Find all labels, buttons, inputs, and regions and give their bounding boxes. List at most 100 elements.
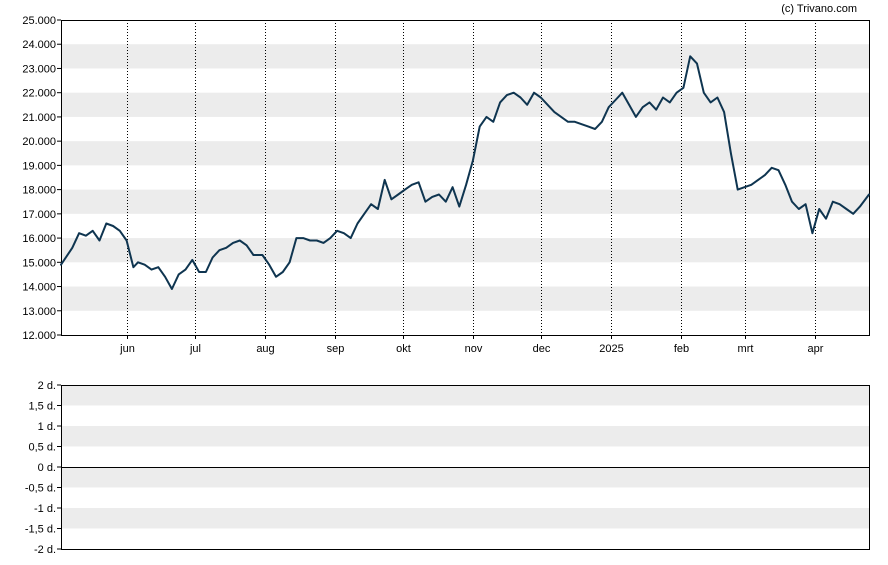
y-tick-label: 18.000 <box>22 185 56 197</box>
price-point <box>370 203 372 205</box>
price-band <box>61 44 869 69</box>
price-band <box>61 238 869 263</box>
price-point <box>212 256 214 259</box>
price-point <box>316 239 318 242</box>
price-point <box>98 239 101 242</box>
price-point <box>424 201 426 203</box>
price-point <box>676 92 678 94</box>
y-tick-label: 12.000 <box>22 330 56 342</box>
y-tick-label: 17.000 <box>22 209 56 221</box>
x-tick-label: dec <box>533 343 551 355</box>
x-tick-label: aug <box>256 343 274 355</box>
price-point <box>309 239 311 242</box>
price-point <box>710 101 712 103</box>
price-point <box>662 96 664 99</box>
price-point <box>445 201 447 203</box>
price-point <box>144 264 146 266</box>
y-tick-label: 0,5 d. <box>28 442 56 454</box>
price-point <box>642 106 644 108</box>
y-tick-label: 1 d. <box>38 421 56 433</box>
price-point <box>506 94 508 96</box>
x-tick-label: feb <box>674 343 689 355</box>
price-point <box>492 121 494 123</box>
y-tick-label: -1 d. <box>34 503 56 515</box>
price-point <box>614 99 617 101</box>
price-point <box>390 198 392 200</box>
price-point <box>608 106 610 108</box>
price-point <box>839 203 841 205</box>
price-point <box>648 101 651 103</box>
price-point <box>757 179 759 181</box>
price-point <box>716 96 719 99</box>
price-band <box>61 141 869 166</box>
price-point <box>191 259 193 261</box>
price-point <box>472 159 474 162</box>
y-tick-label: 25.000 <box>22 15 56 27</box>
price-point <box>682 87 685 89</box>
price-point <box>621 92 623 94</box>
price-point <box>540 96 542 99</box>
price-point <box>105 222 107 225</box>
price-band <box>61 286 869 311</box>
price-point <box>601 121 603 123</box>
price-point <box>587 126 590 128</box>
price-point <box>743 186 746 188</box>
price-point <box>336 230 338 232</box>
price-point <box>404 189 406 191</box>
y-tick-label: 23.000 <box>22 63 56 75</box>
price-point <box>777 169 780 171</box>
y-tick-label: 0 d. <box>38 462 56 474</box>
price-point <box>784 184 786 186</box>
y-tick-label: 20.000 <box>22 136 56 148</box>
price-point <box>150 269 153 271</box>
price-point <box>818 208 820 210</box>
price-point <box>92 230 94 232</box>
y-tick-label: 2 d. <box>38 380 56 392</box>
x-tick-label: nov <box>465 343 483 355</box>
stock-chart: (c) Trivano.com jun jul aug sep okt nov dec 202… <box>22 3 870 556</box>
price-point <box>112 225 114 227</box>
price-point <box>723 111 725 113</box>
days-band <box>61 426 869 447</box>
y-tick-label: -2 d. <box>34 544 56 556</box>
price-point <box>261 254 263 256</box>
price-point <box>71 247 73 249</box>
price-point <box>458 206 460 208</box>
days-band <box>61 467 869 488</box>
price-point <box>60 264 62 266</box>
price-point <box>845 208 848 210</box>
price-point <box>322 242 325 244</box>
y-tick-label: 16.000 <box>22 233 56 245</box>
x-tick-label: 2025 <box>599 343 623 355</box>
price-point <box>225 247 227 249</box>
price-point <box>302 237 304 239</box>
price-point <box>771 167 773 169</box>
y-tick-label: 13.000 <box>22 306 56 318</box>
price-point <box>499 101 501 103</box>
days-panel: 2 d. 1,5 d. 1 d. 0,5 d. 0 d. -0,5 d. -1 d. -1,5… <box>25 380 870 556</box>
price-point <box>178 273 180 275</box>
y-tick-label: -0,5 d. <box>25 483 56 495</box>
price-point <box>289 261 291 263</box>
price-band <box>61 92 869 117</box>
price-point <box>246 244 248 246</box>
price-point <box>689 55 691 57</box>
price-point <box>730 152 732 154</box>
price-point <box>232 242 234 244</box>
price-point <box>295 237 297 239</box>
price-point <box>218 249 220 251</box>
y-tick-label: 22.000 <box>22 88 56 100</box>
price-point <box>832 201 834 203</box>
price-point <box>363 213 365 215</box>
price-point <box>594 128 596 130</box>
price-point <box>126 239 128 242</box>
price-point <box>703 92 705 94</box>
price-point <box>171 288 173 290</box>
y-tick-label: 19.000 <box>22 160 56 172</box>
price-point <box>85 235 87 237</box>
x-tick-label: mrt <box>738 343 754 355</box>
price-point <box>184 269 187 271</box>
y-tick-label: 21.000 <box>22 112 56 124</box>
price-point <box>811 232 814 234</box>
price-point <box>533 92 535 94</box>
